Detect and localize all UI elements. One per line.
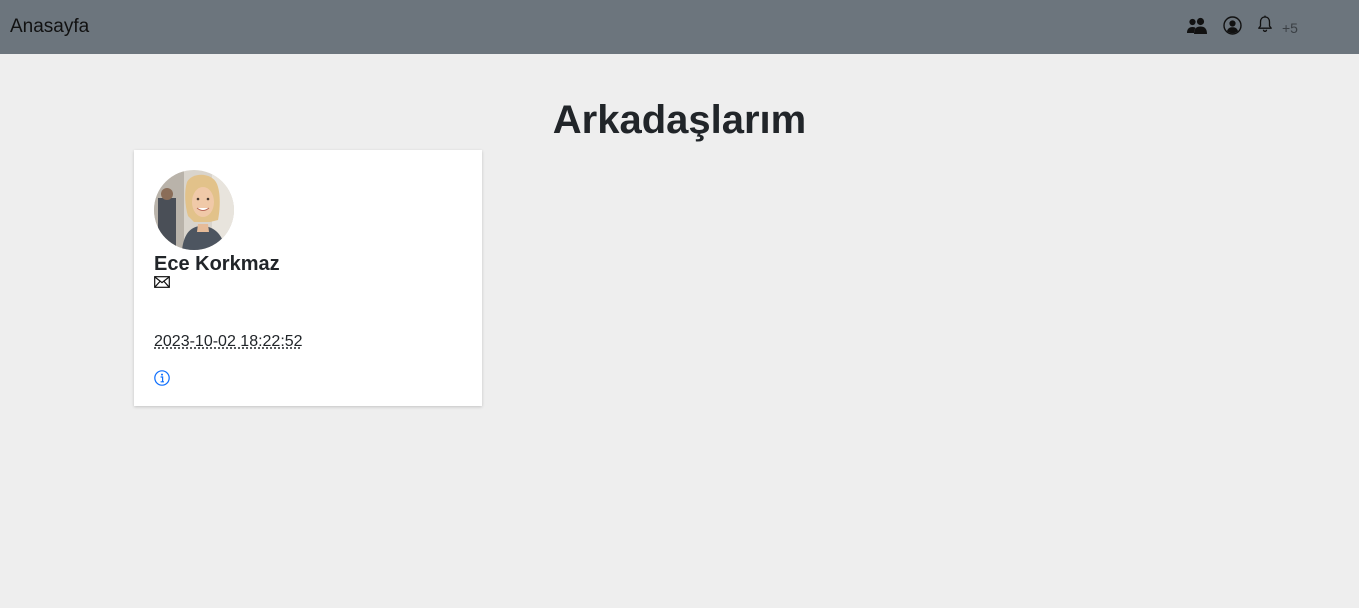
friend-card: Ece Korkmaz 2023-10-02 18:22:52: [134, 150, 482, 406]
top-navbar: Anasayfa +5: [0, 0, 1359, 54]
bell-icon[interactable]: [1257, 15, 1273, 33]
info-circle-icon[interactable]: [154, 370, 170, 386]
friends-icon[interactable]: [1186, 17, 1208, 35]
notification-count-badge[interactable]: +5: [1282, 20, 1298, 36]
avatar: [154, 170, 234, 250]
page-title: Arkadaşlarım: [552, 98, 807, 142]
envelope-icon[interactable]: [154, 276, 170, 288]
user-circle-icon[interactable]: [1223, 16, 1242, 35]
navbar-icons: +5: [0, 0, 1359, 54]
friend-name[interactable]: Ece Korkmaz: [154, 252, 280, 276]
friendship-date: 2023-10-02 18:22:52: [154, 333, 303, 350]
